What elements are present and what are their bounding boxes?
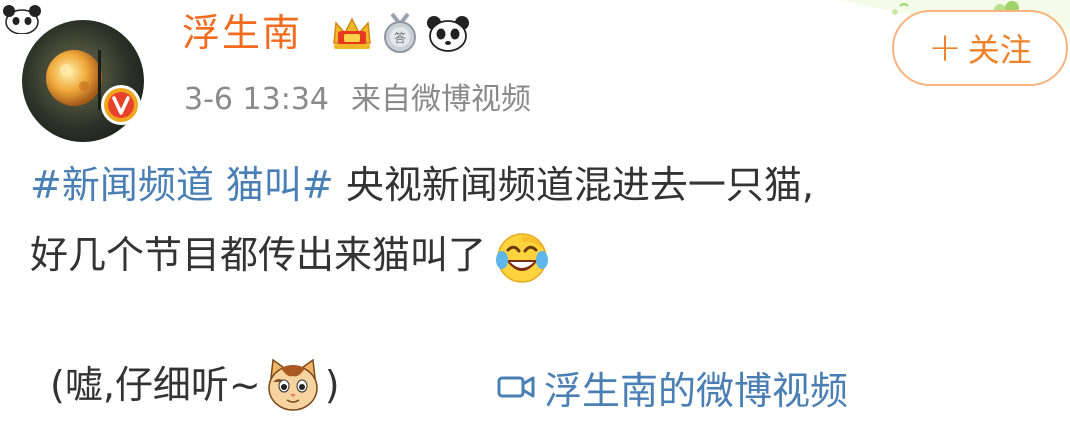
crown-icon[interactable] — [330, 13, 374, 53]
weibo-post: 浮生南 答 3-6 13:34 来自微博视频 + 关注 #新闻频道 猫叫# 央视… — [0, 0, 1070, 424]
post-meta: 3-6 13:34 来自微博视频 — [184, 78, 531, 122]
panda-icon[interactable] — [426, 13, 470, 53]
cat-face-emoji — [268, 358, 318, 411]
svg-text:答: 答 — [394, 30, 406, 45]
follow-label: 关注 — [967, 31, 1032, 69]
video-link-label: 浮生南的微博视频 — [544, 368, 849, 413]
post-text-line-3: (嘘,仔细听~ ) — [50, 350, 340, 420]
plus-icon: + — [928, 25, 962, 71]
panda-peek-icon — [3, 5, 41, 34]
follow-button[interactable]: + 关注 — [892, 10, 1068, 86]
post-text-part-3: (嘘,仔细听~ — [50, 363, 261, 407]
medal-icon[interactable]: 答 — [380, 12, 420, 54]
post-text-line-1: #新闻频道 猫叫# 央视新闻频道混进去一只猫, — [30, 150, 1050, 220]
hashtag-link[interactable]: #新闻频道 猫叫# — [30, 163, 334, 207]
post-text-part-4: ) — [324, 363, 340, 407]
video-camera-icon — [497, 376, 535, 398]
laughing-tears-emoji — [496, 232, 549, 283]
post-source[interactable]: 来自微博视频 — [351, 78, 531, 122]
username[interactable]: 浮生南 — [182, 8, 302, 58]
post-text-line-2: 好几个节目都传出来猫叫了 — [30, 220, 1050, 290]
post-timestamp: 3-6 13:34 — [184, 82, 329, 117]
verified-v-icon — [101, 85, 141, 125]
post-text: #新闻频道 猫叫# 央视新闻频道混进去一只猫, 好几个节目都传出来猫叫了 — [30, 150, 1050, 290]
post-text-part-1: 央视新闻频道混进去一只猫, — [333, 163, 814, 207]
video-link[interactable]: 浮生南的微博视频 — [496, 352, 848, 422]
post-text-part-2: 好几个节目都传出来猫叫了 — [30, 233, 487, 277]
user-badges: 答 — [330, 10, 470, 56]
